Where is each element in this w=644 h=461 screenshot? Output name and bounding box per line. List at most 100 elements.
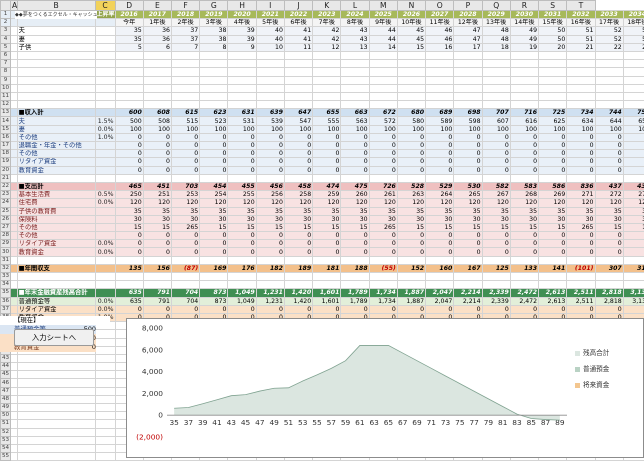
age-cell[interactable]: 47 <box>454 35 482 43</box>
expense-row-value[interactable]: 120 <box>623 199 644 207</box>
income-row-value[interactable]: 0 <box>454 158 482 166</box>
income-row-value[interactable]: 0 <box>200 150 228 158</box>
income-row-value[interactable]: 100 <box>539 125 567 133</box>
assets-row-value[interactable]: 0 <box>115 305 143 313</box>
expense-row-value[interactable]: 35 <box>567 207 595 215</box>
row-number[interactable]: 18 <box>1 150 11 158</box>
expense-row-value[interactable]: 0 <box>539 240 567 248</box>
empty-cell[interactable] <box>623 174 644 182</box>
age-cell[interactable]: 19 <box>510 43 538 51</box>
empty-cell[interactable] <box>454 68 482 76</box>
income-row-value[interactable]: 572 <box>369 117 397 125</box>
expense-row-value[interactable]: 15 <box>313 223 341 231</box>
expense-row-value[interactable]: 0 <box>595 240 623 248</box>
expense-row-value[interactable]: 0 <box>454 248 482 256</box>
expense-row-value[interactable]: 120 <box>284 199 312 207</box>
age-cell[interactable]: 49 <box>510 35 538 43</box>
income-row-value[interactable]: 0 <box>313 166 341 174</box>
empty-cell[interactable] <box>171 273 199 281</box>
assets-row-value[interactable]: 2,511 <box>567 297 595 305</box>
empty-cell[interactable] <box>454 256 482 264</box>
empty-cell[interactable] <box>95 404 115 412</box>
income-row-value[interactable]: 100 <box>397 125 425 133</box>
empty-cell[interactable] <box>482 256 510 264</box>
expense-row-value[interactable]: 0 <box>369 240 397 248</box>
empty-cell[interactable] <box>256 281 284 289</box>
empty-cell[interactable] <box>313 273 341 281</box>
income-row-value[interactable]: 0 <box>256 158 284 166</box>
income-row-value[interactable]: 100 <box>454 125 482 133</box>
expense-section-total-cell[interactable]: 454 <box>200 182 228 190</box>
age-cell[interactable]: 23 <box>623 43 644 51</box>
empty-cell[interactable] <box>228 256 256 264</box>
row-number[interactable]: 45 <box>1 371 11 379</box>
age-cell[interactable]: 20 <box>539 43 567 51</box>
empty-cell[interactable] <box>115 281 143 289</box>
row-number[interactable]: 33 <box>1 273 11 281</box>
empty-cell[interactable] <box>95 371 115 379</box>
empty-cell[interactable] <box>510 273 538 281</box>
empty-cell[interactable] <box>482 60 510 68</box>
expense-section-total-cell[interactable]: 456 <box>256 182 284 190</box>
empty-cell[interactable] <box>567 60 595 68</box>
age-cell[interactable]: 37 <box>171 27 199 35</box>
assets-row-value[interactable]: 0 <box>143 305 171 313</box>
empty-cell[interactable] <box>341 174 369 182</box>
empty-cell[interactable] <box>17 60 95 68</box>
empty-cell[interactable] <box>341 84 369 92</box>
expense-row-rate[interactable]: 0.0% <box>95 248 115 256</box>
empty-cell[interactable] <box>115 84 143 92</box>
row-number[interactable]: 46 <box>1 379 11 387</box>
income-row-value[interactable]: 0 <box>228 166 256 174</box>
income-row-value[interactable]: 100 <box>284 125 312 133</box>
empty-cell[interactable] <box>595 256 623 264</box>
empty-cell[interactable] <box>95 76 115 84</box>
empty-cell[interactable] <box>228 68 256 76</box>
empty-cell[interactable] <box>595 84 623 92</box>
expense-row-value[interactable]: 265 <box>567 223 595 231</box>
empty-cell[interactable] <box>143 76 171 84</box>
expense-row-value[interactable]: 30 <box>284 215 312 223</box>
column-header-l[interactable]: L <box>341 1 369 11</box>
empty-cell[interactable] <box>143 68 171 76</box>
blank[interactable] <box>11 289 18 297</box>
row-number[interactable]: 29 <box>1 240 11 248</box>
row-number[interactable]: 14 <box>1 117 11 125</box>
empty-cell[interactable] <box>595 101 623 109</box>
empty-cell[interactable] <box>284 101 312 109</box>
column-header-p[interactable]: P <box>454 1 482 11</box>
empty-cell[interactable] <box>539 101 567 109</box>
empty-cell[interactable] <box>482 281 510 289</box>
income-row-value[interactable]: 0 <box>171 150 199 158</box>
income-row-value[interactable]: 500 <box>115 117 143 125</box>
income-row-value[interactable]: 616 <box>510 117 538 125</box>
empty-cell[interactable] <box>95 273 115 281</box>
empty-cell[interactable] <box>313 51 341 59</box>
empty-cell[interactable] <box>17 453 95 461</box>
empty-cell[interactable] <box>228 92 256 100</box>
blank[interactable] <box>11 223 18 231</box>
expense-row-value[interactable]: 30 <box>482 215 510 223</box>
age-cell[interactable]: 36 <box>143 27 171 35</box>
expense-row-value[interactable]: 0 <box>143 248 171 256</box>
empty-cell[interactable] <box>313 60 341 68</box>
expense-row-rate[interactable]: 0.0% <box>95 240 115 248</box>
expense-row-value[interactable]: 263 <box>397 191 425 199</box>
empty-cell[interactable] <box>623 101 644 109</box>
expense-row-value[interactable]: 0 <box>341 240 369 248</box>
expense-row-value[interactable]: 258 <box>284 191 312 199</box>
empty-cell[interactable] <box>17 371 95 379</box>
expense-row-value[interactable]: 271 <box>567 191 595 199</box>
expense-row-value[interactable]: 251 <box>143 191 171 199</box>
assets-row-rate[interactable]: 0.0% <box>95 297 115 305</box>
balance-section-total-cell[interactable]: 181 <box>313 264 341 272</box>
age-cell[interactable]: 45 <box>397 35 425 43</box>
income-row-value[interactable]: 589 <box>426 117 454 125</box>
income-row-value[interactable]: 0 <box>539 166 567 174</box>
column-header-b[interactable]: B <box>17 1 95 11</box>
empty-cell[interactable] <box>341 92 369 100</box>
expense-row-value[interactable]: 0 <box>426 240 454 248</box>
income-row-value[interactable]: 100 <box>228 125 256 133</box>
income-row-value[interactable]: 0 <box>369 166 397 174</box>
empty-cell[interactable] <box>623 60 644 68</box>
